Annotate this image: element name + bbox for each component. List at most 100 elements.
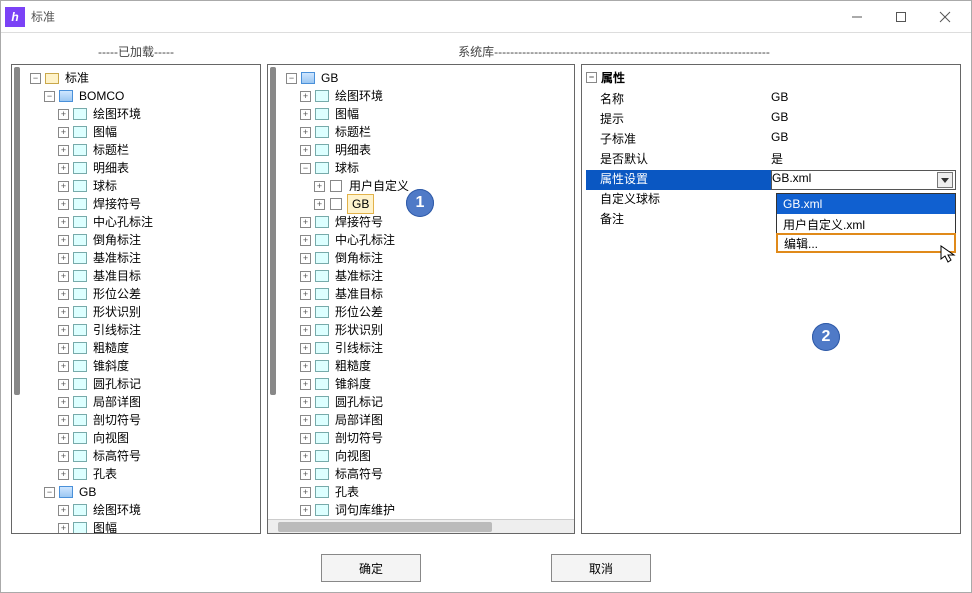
scrollbar-horizontal[interactable] — [268, 519, 574, 533]
expand-icon[interactable] — [286, 73, 297, 84]
expand-icon[interactable] — [58, 361, 69, 372]
prop-row[interactable]: 属性设置GB.xml — [586, 170, 956, 190]
prop-value[interactable]: GB — [771, 110, 956, 130]
prop-value[interactable]: 是 — [771, 150, 956, 170]
dropdown-arrow-icon[interactable] — [937, 172, 953, 188]
minimize-button[interactable] — [835, 3, 879, 31]
tree-node[interactable]: 锥斜度 — [300, 375, 572, 393]
expand-icon[interactable] — [58, 181, 69, 192]
cancel-button[interactable]: 取消 — [551, 554, 651, 582]
tree-node[interactable]: 词句库维护 — [300, 501, 572, 519]
tree-node[interactable]: 图幅 — [300, 105, 572, 123]
prop-value[interactable]: GB — [771, 90, 956, 110]
tree-node[interactable]: 明细表 — [300, 141, 572, 159]
expand-icon[interactable] — [30, 73, 41, 84]
tree-node[interactable]: 形状识别 — [300, 321, 572, 339]
prop-value[interactable]: GB — [771, 130, 956, 150]
tree-node[interactable]: 图幅 — [58, 519, 258, 534]
expand-icon[interactable] — [314, 181, 325, 192]
expand-icon[interactable] — [58, 271, 69, 282]
expand-icon[interactable] — [300, 361, 311, 372]
tree-node-gb[interactable]: GB — [44, 483, 258, 501]
tree-node[interactable]: 中心孔标注 — [58, 213, 258, 231]
expand-icon[interactable] — [314, 199, 325, 210]
expand-icon[interactable] — [300, 379, 311, 390]
tree-node[interactable]: 明细表 — [58, 159, 258, 177]
tree-node-bomco[interactable]: BOMCO — [44, 87, 258, 105]
tree-node[interactable]: 引线标注 — [300, 339, 572, 357]
tree-node-leaf[interactable]: GB — [314, 195, 572, 213]
tree-node[interactable]: 圆孔标记 — [58, 375, 258, 393]
tree-node[interactable]: 圆孔标记 — [300, 393, 572, 411]
tree-node[interactable]: 剖切符号 — [300, 429, 572, 447]
expand-icon[interactable] — [300, 325, 311, 336]
tree-node[interactable]: 标高符号 — [300, 465, 572, 483]
expand-icon[interactable] — [58, 451, 69, 462]
expand-icon[interactable] — [300, 127, 311, 138]
tree-node[interactable]: 绘图环境 — [58, 105, 258, 123]
expand-icon[interactable] — [300, 271, 311, 282]
expand-icon[interactable] — [300, 163, 311, 174]
expand-icon[interactable] — [300, 289, 311, 300]
expand-icon[interactable] — [300, 505, 311, 516]
tree-node[interactable]: 锥斜度 — [58, 357, 258, 375]
expand-icon[interactable] — [300, 433, 311, 444]
combo-item[interactable]: 用户自定义.xml — [777, 214, 955, 234]
expand-icon[interactable] — [58, 253, 69, 264]
tree-node[interactable]: 向视图 — [300, 447, 572, 465]
expand-icon[interactable] — [300, 487, 311, 498]
expand-icon[interactable] — [300, 91, 311, 102]
expand-icon[interactable] — [58, 109, 69, 120]
tree-node[interactable]: 基准标注 — [300, 267, 572, 285]
expand-icon[interactable] — [58, 217, 69, 228]
prop-value[interactable]: GB.xml — [771, 170, 956, 190]
props-header[interactable]: 属性 — [586, 69, 956, 86]
expand-icon[interactable] — [58, 505, 69, 516]
maximize-button[interactable] — [879, 3, 923, 31]
close-button[interactable] — [923, 3, 967, 31]
tree-node[interactable]: 形位公差 — [300, 303, 572, 321]
expand-icon[interactable] — [300, 109, 311, 120]
tree-node[interactable]: 引线标注 — [58, 321, 258, 339]
prop-row[interactable]: 子标准GB — [586, 130, 956, 150]
tree-node-qiubiao[interactable]: 球标 — [300, 159, 572, 177]
expand-icon[interactable] — [300, 145, 311, 156]
expand-icon[interactable] — [58, 415, 69, 426]
scrollbar-vertical[interactable] — [270, 67, 276, 395]
expand-icon[interactable] — [300, 451, 311, 462]
tree-node[interactable]: 剖切符号 — [58, 411, 258, 429]
tree-node[interactable]: 标题栏 — [58, 141, 258, 159]
expand-icon[interactable] — [300, 217, 311, 228]
tree-node[interactable]: 焊接符号 — [58, 195, 258, 213]
expand-icon[interactable] — [58, 289, 69, 300]
tree-node[interactable]: 基准标注 — [58, 249, 258, 267]
expand-icon[interactable] — [58, 307, 69, 318]
expand-icon[interactable] — [58, 127, 69, 138]
expand-icon[interactable] — [58, 199, 69, 210]
combo-popup[interactable]: GB.xml用户自定义.xml编辑... — [776, 193, 956, 253]
tree-node-root[interactable]: 标准 — [30, 69, 258, 87]
tree-node-leaf[interactable]: 用户自定义 — [314, 177, 572, 195]
tree-node[interactable]: 形位公差 — [58, 285, 258, 303]
expand-icon[interactable] — [300, 253, 311, 264]
tree-node[interactable]: 倒角标注 — [300, 249, 572, 267]
expand-icon[interactable] — [58, 235, 69, 246]
expand-icon[interactable] — [300, 307, 311, 318]
combo-item[interactable]: 编辑... — [776, 233, 956, 253]
expand-icon[interactable] — [300, 235, 311, 246]
expand-icon[interactable] — [58, 145, 69, 156]
tree-node[interactable]: 图幅 — [58, 123, 258, 141]
tree-node[interactable]: 粗糙度 — [300, 357, 572, 375]
expand-icon[interactable] — [44, 487, 55, 498]
library-tree[interactable]: GB绘图环境图幅标题栏明细表球标用户自定义GB焊接符号中心孔标注倒角标注基准标注… — [278, 65, 574, 523]
expand-icon[interactable] — [44, 91, 55, 102]
scrollbar-vertical[interactable] — [14, 67, 20, 395]
prop-row[interactable]: 提示GB — [586, 110, 956, 130]
expand-icon[interactable] — [58, 433, 69, 444]
collapse-icon[interactable] — [586, 72, 597, 83]
expand-icon[interactable] — [58, 469, 69, 480]
expand-icon[interactable] — [58, 523, 69, 534]
tree-node[interactable]: 绘图环境 — [300, 87, 572, 105]
tree-node-gb-root[interactable]: GB — [286, 69, 572, 87]
tree-node[interactable]: 粗糙度 — [58, 339, 258, 357]
